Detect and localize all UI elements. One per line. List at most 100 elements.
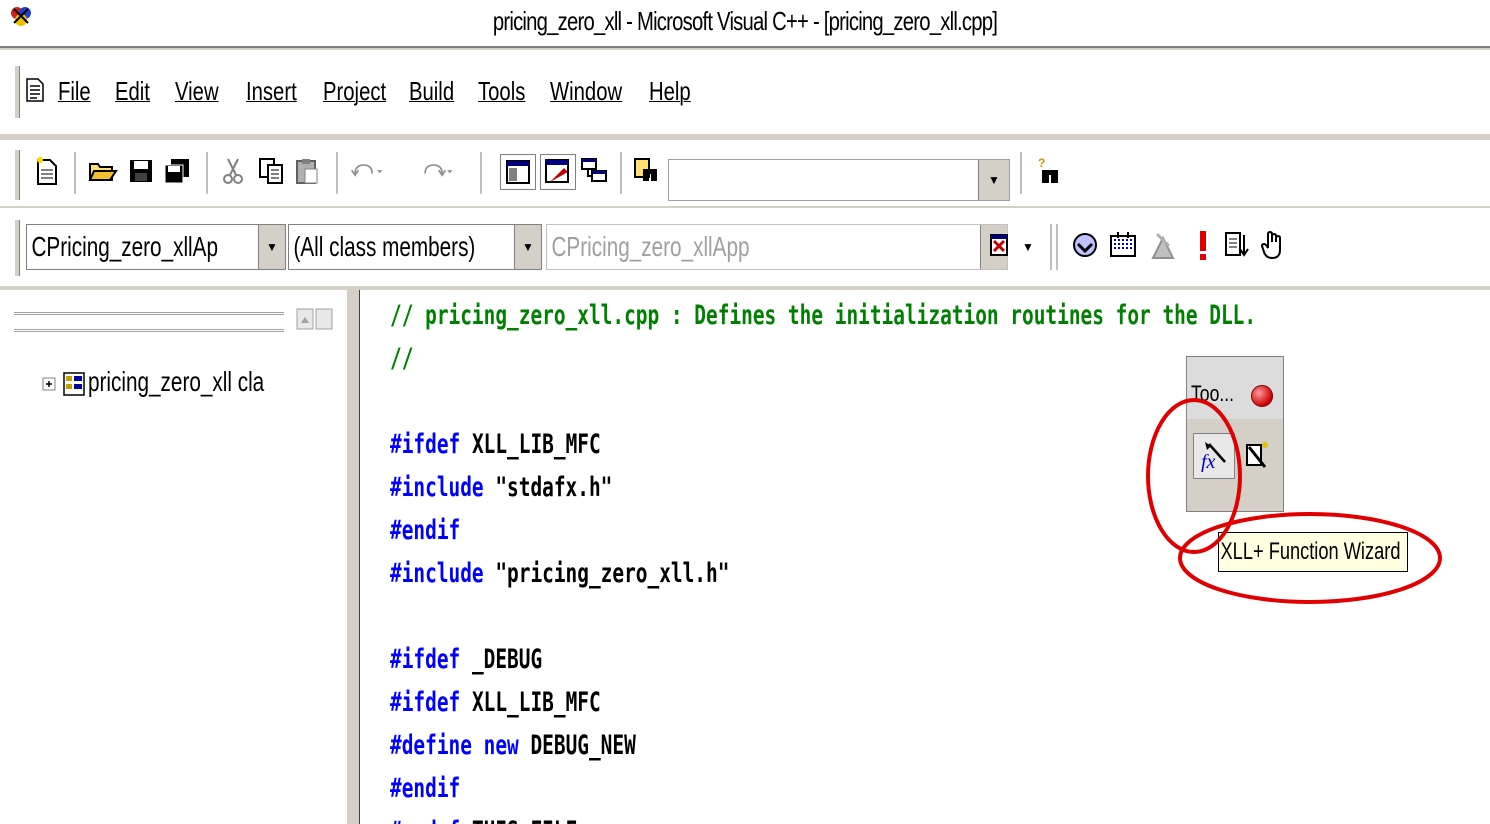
cut-button[interactable] (216, 154, 250, 188)
xll-function-wizard-button[interactable]: fx (1193, 433, 1235, 479)
undo-button[interactable] (350, 154, 384, 188)
breakpoint-button[interactable] (1256, 228, 1290, 262)
xll-floating-toolbar: Too... fx (1186, 356, 1284, 512)
class-combo-dropdown-button[interactable]: ▼ (258, 225, 285, 269)
search-button[interactable]: ? (1032, 154, 1066, 188)
expand-plus-icon[interactable] (42, 377, 56, 391)
pane-grip-lines[interactable] (14, 312, 284, 332)
copy-button[interactable] (254, 154, 288, 188)
find-combo[interactable]: ▼ (668, 159, 1010, 201)
open-button[interactable] (86, 154, 120, 188)
pane-splitter[interactable] (346, 290, 361, 824)
wizard-actions-button[interactable] (984, 230, 1018, 264)
menu-help[interactable]: Help (649, 76, 691, 107)
folder-open-icon (88, 163, 118, 181)
wizard-bar-grip[interactable] (14, 220, 20, 276)
paste-clipboard-icon (296, 159, 318, 184)
toolbar-grip[interactable] (14, 150, 20, 200)
member-combo-value: CPricing_zero_xllApp (551, 231, 750, 262)
menu-edit[interactable]: Edit (115, 76, 150, 107)
svg-text:?: ? (1038, 156, 1045, 170)
floating-toolbar-titlebar[interactable]: Too... (1187, 357, 1283, 419)
code-line: #ifdef _DEBUG (390, 644, 543, 675)
code-line: // (390, 343, 414, 374)
menu-view[interactable]: View (175, 76, 219, 107)
save-button[interactable] (124, 154, 158, 188)
filter-combo[interactable]: (All class members) ▼ (288, 224, 542, 270)
wizard-actions-dropdown[interactable]: ▼ (1020, 230, 1036, 264)
new-file-icon (37, 157, 57, 185)
menu-file[interactable]: File (58, 76, 91, 107)
find-in-files-button[interactable] (630, 154, 664, 188)
menu-build[interactable]: Build (409, 76, 454, 107)
code-line: #undef THIS_FILE (390, 816, 577, 824)
exclamation-execute-icon (1200, 231, 1206, 260)
go-button[interactable] (1220, 228, 1254, 262)
output-button[interactable] (540, 154, 576, 190)
code-line: // pricing_zero_xll.cpp : Defines the in… (390, 300, 1257, 331)
workspace-pane: pricing_zero_xll cla (0, 290, 346, 824)
new-text-file-button[interactable] (30, 154, 64, 188)
menu-bar: File Edit View Insert Project Build Tool… (0, 50, 1490, 134)
code-line: #endif (390, 515, 461, 546)
scissors-icon (223, 158, 243, 184)
editor-gutter (360, 290, 388, 824)
menu-bar-grip[interactable] (14, 66, 20, 118)
filter-combo-dropdown-button[interactable]: ▼ (514, 225, 541, 269)
code-line: #include "stdafx.h" (390, 472, 613, 503)
chevron-down-icon: ▼ (266, 240, 278, 254)
wizard-bar-toolbar: CPricing_zero_xllAp ▼ (All class members… (0, 208, 1490, 286)
output-window-icon (545, 159, 569, 183)
close-icon[interactable] (1251, 385, 1273, 407)
fx-function-wizard-icon: fx (1201, 442, 1226, 472)
floating-toolbar-title: Too... (1191, 381, 1235, 406)
code-line: #endif (390, 773, 461, 804)
pane-maximize-close-icon[interactable] (296, 308, 334, 330)
code-text[interactable]: // pricing_zero_xll.cpp : Defines the in… (390, 294, 1256, 824)
xll-wizard-tool-button[interactable] (1239, 433, 1275, 477)
chevron-down-icon: ▼ (988, 173, 1000, 187)
code-line: #ifdef XLL_LIB_MFC (390, 429, 601, 460)
workspace-window-icon (506, 160, 530, 184)
go-debug-icon (1225, 232, 1249, 257)
window-list-button[interactable] (578, 154, 612, 188)
title-bar: pricing_zero_xll - Microsoft Visual C++ … (0, 0, 1490, 48)
member-combo[interactable]: CPricing_zero_xllApp ▼ (546, 224, 1008, 270)
save-disk-icon (130, 160, 152, 182)
stop-build-button[interactable] (1146, 228, 1180, 262)
compile-icon (1073, 233, 1097, 257)
execute-button[interactable] (1186, 228, 1220, 262)
stop-build-icon (1151, 232, 1175, 259)
visual-cpp-app-icon[interactable] (10, 5, 32, 27)
workspace-button[interactable] (500, 154, 536, 190)
binoculars-search-icon: ? (1038, 156, 1058, 183)
window-list-icon (581, 158, 607, 182)
tooltip-text: XLL+ Function Wizard (1220, 538, 1401, 565)
find-combo-dropdown-button[interactable]: ▼ (978, 160, 1009, 200)
menu-insert[interactable]: Insert (246, 76, 297, 107)
tree-root-item[interactable]: pricing_zero_xll cla (42, 366, 326, 398)
menu-project[interactable]: Project (323, 76, 386, 107)
project-classes-icon (63, 371, 85, 396)
menu-tools[interactable]: Tools (478, 76, 525, 107)
save-all-button[interactable] (160, 154, 194, 188)
chevron-down-icon: ▼ (1022, 240, 1034, 254)
build-button[interactable] (1106, 228, 1140, 262)
redo-button[interactable] (420, 154, 454, 188)
paste-button[interactable] (290, 154, 324, 188)
menu-items: File Edit View Insert Project Build Tool… (58, 76, 697, 107)
code-line: #define new DEBUG_NEW (390, 730, 636, 761)
svg-text:fx: fx (1201, 451, 1216, 472)
compile-button[interactable] (1068, 228, 1102, 262)
class-combo[interactable]: CPricing_zero_xllAp ▼ (26, 224, 286, 270)
workspace-pane-header[interactable] (14, 308, 334, 332)
standard-toolbar: ▼ ? (0, 140, 1490, 206)
find-in-files-icon (634, 158, 657, 181)
window-title: pricing_zero_xll - Microsoft Visual C++ … (492, 6, 998, 36)
tree-root-label: pricing_zero_xll cla (88, 366, 265, 397)
copy-icon (259, 158, 283, 184)
filter-combo-value: (All class members) (293, 231, 476, 262)
redo-icon (424, 164, 453, 177)
pane-buttons (296, 308, 334, 330)
menu-window[interactable]: Window (550, 76, 622, 107)
